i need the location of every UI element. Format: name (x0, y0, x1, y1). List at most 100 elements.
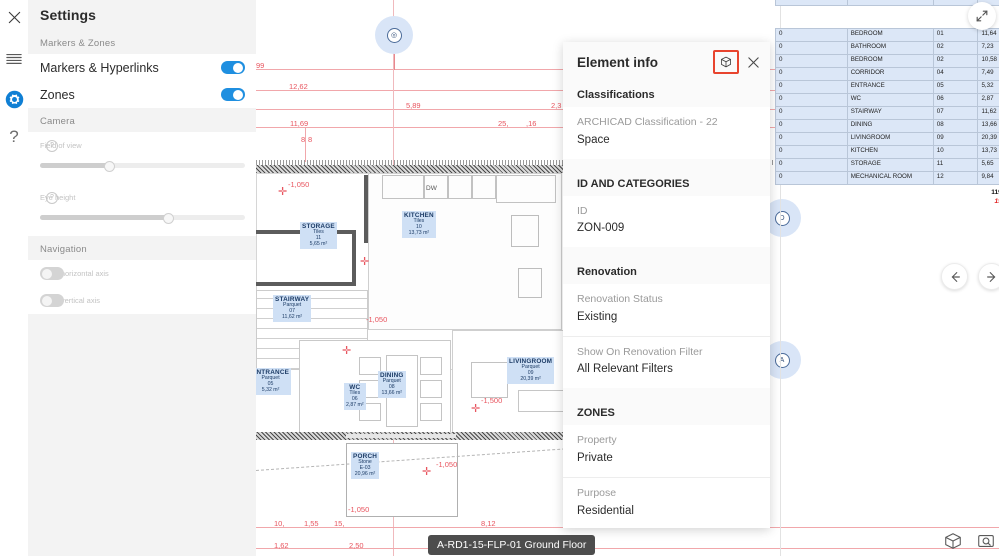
cell-name: BEDROOM (848, 29, 934, 41)
slider-fill (40, 163, 108, 168)
element-info-card: ARCHICAD Classification - 22 Space (563, 107, 770, 159)
slider-thumb[interactable] (103, 161, 115, 172)
cell-id: 0 (776, 55, 848, 67)
toggle-switch (40, 294, 64, 307)
3d-box-icon[interactable] (940, 528, 965, 553)
table-row[interactable]: 0 CORRIDOR 04 7,49 (776, 68, 999, 81)
dimension-text: 15, (334, 519, 345, 528)
cell-num: 02 (934, 42, 979, 54)
zoom-window-icon[interactable] (973, 528, 998, 553)
room-stamp[interactable]: KITCHEN Tiles 10 13,73 m² (402, 211, 436, 238)
elevation-marker: ✛ (278, 186, 288, 198)
table-row[interactable]: 0 BEDROOM 01 11,64 (776, 29, 999, 42)
table-row[interactable]: 0 ENTRANCE 05 5,32 (776, 81, 999, 94)
close-icon[interactable] (0, 3, 28, 31)
help-icon[interactable]: ? (0, 123, 28, 151)
list-icon[interactable] (0, 45, 28, 73)
cell-name: LIVINGROOM (848, 133, 934, 145)
app-root: 99 12,62 5,89 2,3 11,69 25, ,16 8 8 DW -… (0, 0, 999, 556)
viewport-tools[interactable] (940, 528, 998, 553)
counter (496, 175, 556, 203)
settings-row-markers-hyperlinks[interactable]: Markers & Hyperlinks (28, 54, 256, 81)
expand-diagonal-icon[interactable] (968, 2, 996, 30)
room-stamp[interactable]: ENTRANCE Parquet 05 5,32 m² (256, 368, 292, 395)
settings-row-field-of-view: Field of view? (28, 132, 256, 159)
cell-name: CAR PARK PLATFORM (848, 0, 934, 5)
property-key: Purpose (577, 486, 617, 499)
element-info-panel[interactable]: Element info Classifications ARCHICAD Cla… (563, 42, 770, 528)
view-navigation[interactable] (941, 263, 999, 290)
element-info-item[interactable]: Renovation Status Existing (563, 284, 770, 337)
slider-thumb[interactable] (163, 213, 175, 224)
cell-area: 11,62 (981, 108, 997, 115)
cell-area: 7,49 (981, 69, 994, 76)
toggle-switch[interactable] (221, 88, 245, 101)
room-area: 2,87 m² (346, 401, 364, 408)
table-row[interactable]: 0 BEDROOM 02 10,58 (776, 55, 999, 68)
slider-track[interactable] (40, 213, 245, 224)
room-area: 5,65 m² (309, 240, 328, 247)
table-row[interactable]: 0 MECHANICAL ROOM 12 9,84 (776, 172, 999, 185)
next-view-button[interactable] (978, 263, 999, 290)
room-stamp[interactable]: WC Tiles 06 2,87 m² (344, 383, 366, 410)
settings-panel[interactable]: Settings Markers & Zones Markers & Hyperl… (28, 0, 256, 556)
camera-marker[interactable]: ◎ (375, 16, 413, 70)
table-row[interactable]: 0 STORAGE 11 5,65 (776, 159, 999, 172)
property-value: All Relevant Filters (577, 363, 673, 376)
element-info-item[interactable]: Show On Renovation Filter All Relevant Fi… (563, 337, 770, 389)
slider-track[interactable] (40, 161, 245, 172)
table-row[interactable]: 0 DINING 08 13,66 (776, 120, 999, 133)
dimension-text: 99 (256, 61, 265, 70)
window (471, 362, 508, 398)
cell-name: BATHROOM (848, 42, 934, 54)
cell-area: 10,58 (981, 56, 997, 63)
icon-rail[interactable]: ? (0, 0, 28, 556)
prev-view-button[interactable] (941, 263, 968, 290)
zone-schedule-table[interactable]: 0 CAR PARK PLATFORM E-05 20,20 0BEDROOM0… (775, 0, 999, 205)
element-info-card: ID ZON-009 (563, 195, 770, 248)
slider-row (28, 211, 256, 224)
element-info-item[interactable]: ARCHICAD Classification - 22 Space (563, 107, 770, 159)
cell-num: 12 (934, 172, 979, 184)
chair (420, 403, 442, 421)
settings-card: Markers & Hyperlinks Zones (28, 54, 256, 108)
cell-area: 2,87 (981, 95, 994, 102)
table-row[interactable]: 0 KITCHEN 10 13,73 (776, 146, 999, 159)
elevation-marker: ✛ (360, 256, 370, 268)
gear-icon[interactable] (0, 85, 28, 113)
property-key: ID (577, 204, 588, 217)
element-info-section-heading: Classifications (577, 89, 655, 101)
dimension-text: 2,50 (349, 541, 364, 550)
element-info-item[interactable]: Purpose Residential (563, 478, 770, 528)
room-stamp[interactable]: DINING Parquet 08 13,66 m² (378, 371, 406, 398)
element-info-section-heading: Renovation (577, 266, 637, 279)
element-info-title: Element info (577, 54, 659, 70)
threshold (346, 434, 456, 438)
elevation-tag: -1,500 (481, 396, 503, 405)
element-info-item[interactable]: ID ZON-009 (563, 196, 770, 248)
room-stamp[interactable]: LIVINGROOM Parquet 09 20,39 m² (507, 357, 555, 384)
element-info-item[interactable]: Property Private (563, 425, 770, 478)
slider-fill (40, 215, 168, 220)
room-stamp[interactable]: STAIRWAY Parquet 07 11,62 m² (273, 295, 312, 322)
room-stamp[interactable]: STORAGE Tiles 11 5,65 m² (300, 222, 337, 249)
property-value: Space (577, 133, 610, 146)
toggle-switch[interactable] (221, 61, 245, 74)
section-marker-label: D (774, 210, 790, 226)
dimension-text: 2,3 (551, 101, 562, 110)
table-row[interactable]: 0 STAIRWAY 07 11,62 (776, 107, 999, 120)
close-icon[interactable] (745, 54, 761, 70)
3d-box-icon[interactable] (713, 50, 739, 74)
marker-stem (394, 54, 395, 70)
settings-row-zones[interactable]: Zones (28, 81, 256, 108)
table-row[interactable]: 0 LIVINGROOM 09 20,39 (776, 133, 999, 146)
cell-num: 11 (934, 159, 979, 171)
table-row[interactable]: 0 BATHROOM 02 7,23 (776, 42, 999, 55)
table-row[interactable]: 0 WC 06 2,87 (776, 94, 999, 107)
elevation-marker: ✛ (422, 466, 432, 478)
elevation-tag: -1,050 (288, 180, 310, 189)
cell-num: 01 (934, 29, 979, 41)
room-stamp[interactable]: PORCH Stone E-03 20,96 m² (351, 452, 380, 479)
schedule-gap (775, 6, 999, 28)
